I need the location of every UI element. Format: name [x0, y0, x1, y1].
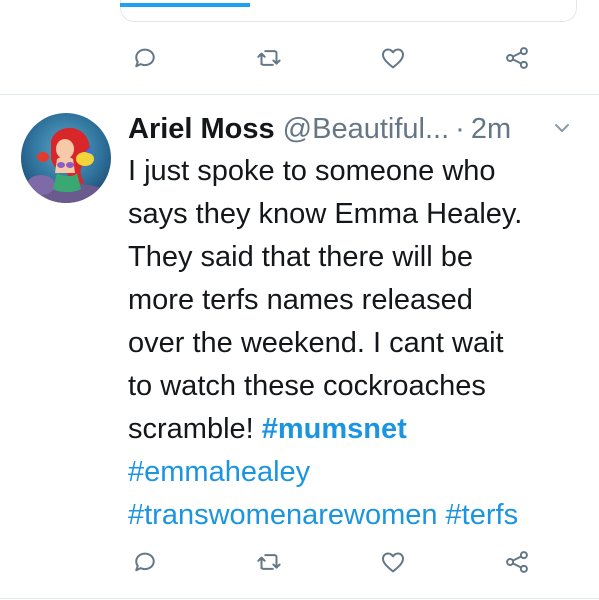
hashtag-terfs[interactable]: #terfs [446, 499, 519, 531]
share-icon [506, 551, 528, 573]
like-button[interactable] [374, 543, 412, 581]
tweet-text: I just spoke to someone who says they kn… [128, 150, 590, 537]
tweet-actions [126, 542, 536, 582]
tweet-text-line: I just spoke to someone who [128, 155, 496, 187]
reply-button[interactable] [126, 39, 164, 77]
hashtag-emmahealey[interactable]: #emmahealey [128, 456, 310, 488]
heart-icon [382, 48, 404, 69]
previous-tweet-card-accent [120, 3, 250, 7]
tweet-text-line: more terfs names released [128, 284, 473, 316]
retweet-button[interactable] [250, 39, 288, 77]
share-button[interactable] [498, 543, 536, 581]
user-handle[interactable]: @Beautiful... [283, 108, 449, 150]
tweet-text-line-with-hashtag: scramble! #mumsnet [128, 408, 590, 451]
hashtag-transwomenarewomen[interactable]: #transwomenarewomen [128, 499, 437, 531]
hashtag-line: #emmahealey [128, 451, 590, 494]
hashtag-mumsnet[interactable]: #mumsnet [262, 413, 407, 445]
tweet-divider-bottom [0, 598, 599, 599]
avatar-image [21, 113, 111, 203]
heart-icon [382, 552, 404, 573]
like-button[interactable] [374, 39, 412, 77]
tweet-text-line: They said that there will be [128, 241, 473, 273]
chevron-down-icon [555, 124, 569, 132]
retweet-button[interactable] [250, 543, 288, 581]
retweet-icon [257, 554, 281, 570]
tweet-text-line: over the weekend. I cant wait [128, 327, 504, 359]
retweet-icon [257, 50, 281, 66]
tweet-divider [0, 94, 599, 95]
hashtag-line: #transwomenarewomen #terfs [128, 494, 590, 537]
share-icon [506, 47, 528, 69]
tweet-text-line: to watch these cockroaches [128, 370, 486, 402]
display-name[interactable]: Ariel Moss [128, 108, 275, 150]
tweet-text-line: says they know Emma Healey. [128, 198, 523, 230]
tweet-header: Ariel Moss @Beautiful... · 2m [128, 108, 588, 150]
reply-icon [135, 48, 155, 68]
reply-button[interactable] [126, 543, 164, 581]
tweet-timestamp[interactable]: 2m [471, 108, 511, 150]
avatar[interactable] [21, 113, 111, 203]
tweet-menu-button[interactable] [550, 116, 574, 140]
reply-icon [135, 552, 155, 572]
tweet-text-fragment: scramble! [128, 413, 262, 445]
previous-tweet-actions [126, 38, 536, 78]
share-button[interactable] [498, 39, 536, 77]
header-separator: · [455, 113, 465, 145]
